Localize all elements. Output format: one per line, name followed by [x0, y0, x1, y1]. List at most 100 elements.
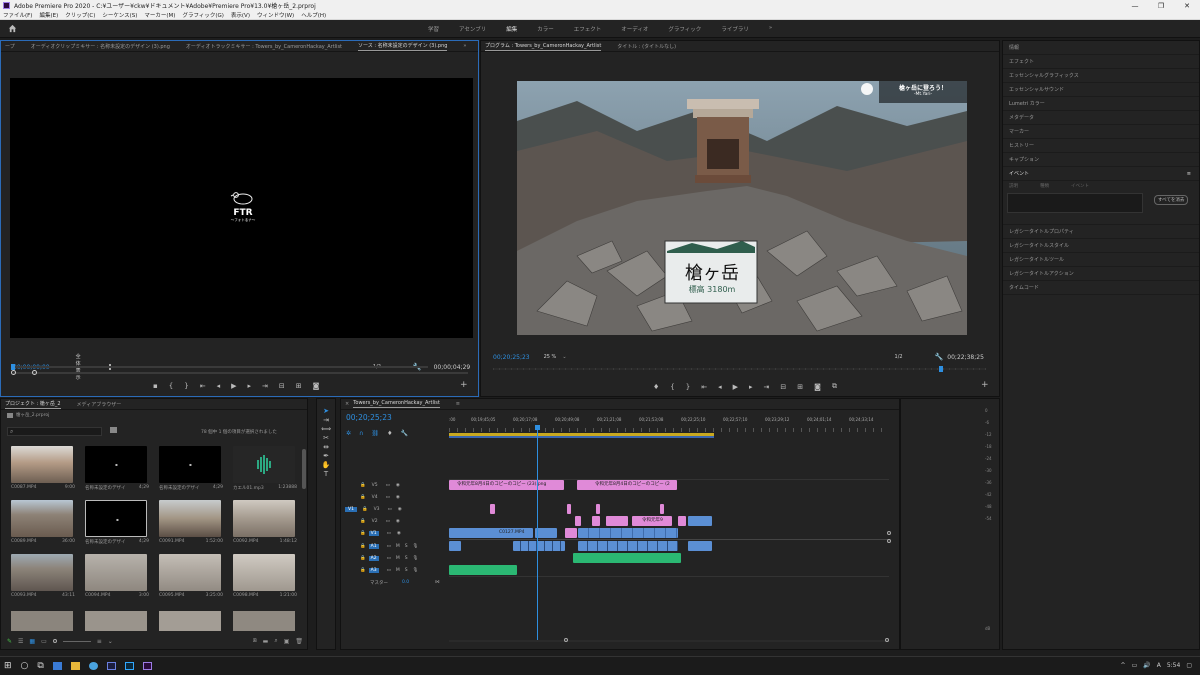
clip-a1-sequence[interactable]	[578, 541, 678, 551]
panel-timecode[interactable]: タイムコード	[1003, 281, 1199, 295]
explorer-icon[interactable]	[70, 662, 80, 670]
program-add-button-icon[interactable]: +	[981, 380, 989, 390]
solo-icon[interactable]: S	[405, 568, 408, 573]
type-tool-icon[interactable]: T	[324, 470, 328, 478]
mark-out-icon[interactable]: }	[184, 382, 188, 390]
add-marker-icon[interactable]: ▪	[153, 382, 158, 390]
program-go-to-in-icon[interactable]: ⇤	[701, 383, 707, 391]
sync-lock-icon[interactable]: ▭	[387, 531, 391, 536]
ime-icon[interactable]: A	[1157, 662, 1161, 669]
program-step-back-icon[interactable]: ◂	[718, 383, 722, 391]
timeline-ruler[interactable]: :00 00;19;45;05 00;20;17;08 00;20;49;08 …	[449, 417, 889, 427]
program-zoom-dropdown[interactable]: 25 %	[544, 354, 557, 360]
workspace-tab-learn[interactable]: 学習	[428, 25, 439, 33]
eye-icon[interactable]: ◉	[398, 507, 402, 512]
menu-graphics[interactable]: グラフィック(G)	[182, 11, 223, 19]
clip-v3[interactable]	[490, 504, 495, 514]
slip-tool-icon[interactable]: ⇹	[323, 443, 329, 451]
play-icon[interactable]: ▶	[231, 382, 236, 390]
overwrite-icon[interactable]: ⊞	[296, 382, 302, 390]
solo-icon[interactable]: S	[405, 556, 408, 561]
new-item-icon[interactable]: ▣	[284, 638, 290, 645]
export-frame-icon[interactable]: ◙	[313, 382, 320, 390]
clear-all-button[interactable]: すべてを消去	[1154, 195, 1189, 205]
timeline-playhead[interactable]	[537, 428, 538, 641]
step-forward-icon[interactable]: ▸	[247, 382, 251, 390]
project-clip[interactable]: C0095.MP4 3:25:00	[159, 554, 233, 598]
clip-v3[interactable]	[596, 504, 600, 514]
source-scrub-bar[interactable]	[13, 366, 428, 368]
workspace-tab-editing[interactable]: 編集	[506, 25, 517, 33]
maximize-button[interactable]: ❐	[1148, 2, 1174, 10]
clip-a2-music[interactable]	[573, 553, 681, 563]
panel-events[interactable]: イベント	[1009, 170, 1029, 177]
mute-icon[interactable]: M	[396, 544, 400, 549]
panel-captions[interactable]: キャプション	[1003, 153, 1199, 167]
clip-a1-end[interactable]	[688, 541, 712, 551]
program-wrench-icon[interactable]: 🔧	[935, 353, 944, 361]
windows-start-icon[interactable]: ⊞	[4, 661, 12, 671]
project-clip[interactable]: C0092.MP4 1:48:12	[233, 500, 307, 545]
list-view-icon[interactable]: ☰	[18, 638, 23, 645]
clip-v5-png[interactable]: 令和元年8月4日のコピーのコピー (23).png	[449, 480, 564, 490]
solo-icon[interactable]: S	[405, 544, 408, 549]
timeline-playhead-handle[interactable]	[535, 425, 540, 430]
freeform-view-icon[interactable]: ▭	[41, 638, 47, 645]
project-clip[interactable]: C0098.MP4 1:21:00	[233, 554, 307, 598]
lock-icon[interactable]: 🔒	[360, 544, 366, 549]
panel-legacy-title-styles[interactable]: レガシータイトルスタイル	[1003, 239, 1199, 253]
panel-menu-icon[interactable]: ≡	[1187, 171, 1191, 177]
project-clip[interactable]: C0094.MP4 3:00	[85, 554, 159, 598]
panel-expand-button[interactable]: »	[463, 43, 466, 49]
clip-a1[interactable]	[449, 541, 461, 551]
notification-icon[interactable]: ▢	[1186, 662, 1192, 669]
source-zoom-bar[interactable]	[13, 372, 468, 374]
sync-lock-icon[interactable]: ▭	[387, 568, 391, 573]
clip-v2[interactable]	[606, 516, 628, 526]
program-mark-out-icon[interactable]: }	[686, 383, 690, 391]
selection-tool-icon[interactable]: ➤	[323, 407, 329, 415]
menu-help[interactable]: ヘルプ(H)	[301, 11, 326, 19]
edge-icon[interactable]	[52, 662, 62, 670]
zoom-slider-handle[interactable]	[52, 639, 57, 643]
zoom-handle-right[interactable]	[32, 370, 37, 375]
task-view-icon[interactable]: ⧉	[37, 661, 43, 671]
workspace-tab-audio[interactable]: オーディオ	[621, 25, 648, 33]
linked-selection-icon[interactable]: ⛓	[371, 430, 379, 437]
bin-icon[interactable]	[110, 427, 117, 433]
program-step-forward-icon[interactable]: ▸	[749, 383, 753, 391]
program-mark-in-icon[interactable]: {	[670, 383, 674, 391]
menu-clip[interactable]: クリップ(C)	[65, 11, 95, 19]
project-clip-selected[interactable]: ▪ 名称未設定のデザイ 4;29	[85, 500, 159, 545]
extract-icon[interactable]: ⊞	[797, 383, 803, 391]
pen-tool-icon[interactable]: ✒	[323, 452, 329, 460]
tab-project[interactable]: プロジェクト : 槍ヶ岳_2	[5, 400, 61, 409]
automate-icon[interactable]: ⧈	[253, 637, 257, 645]
panel-markers[interactable]: マーカー	[1003, 125, 1199, 139]
panel-info[interactable]: 情報	[1003, 41, 1199, 55]
network-icon[interactable]: ▭	[1132, 662, 1138, 669]
sync-lock-icon[interactable]: ▭	[388, 507, 392, 512]
program-ratio-dropdown[interactable]: 1/2	[895, 354, 903, 360]
tab-media-browser[interactable]: メディアブラウザー	[77, 401, 122, 408]
timeline-menu-icon[interactable]: ≡	[456, 401, 460, 407]
program-go-to-out-icon[interactable]: ⇥	[764, 383, 770, 391]
clip-a3-music[interactable]	[449, 565, 517, 575]
chrome-icon[interactable]	[88, 662, 98, 670]
premiere-taskbar-icon[interactable]	[142, 662, 152, 670]
find-icon[interactable]: ⌕	[274, 637, 277, 645]
panel-legacy-title-actions[interactable]: レガシータイトルアクション	[1003, 267, 1199, 281]
lock-icon[interactable]: 🔒	[360, 519, 366, 524]
project-scrollbar[interactable]	[302, 449, 306, 489]
clip-v3[interactable]	[567, 504, 571, 514]
panel-effects[interactable]: エフェクト	[1003, 55, 1199, 69]
panel-legacy-title-properties[interactable]: レガシータイトルプロパティ	[1003, 225, 1199, 239]
project-clip[interactable]: C0091.MP4 1:52:00	[159, 500, 233, 545]
timeline-h-scroll[interactable]	[449, 640, 889, 642]
project-search-input[interactable]: ⌕	[7, 427, 102, 436]
tab-audio-track-mixer[interactable]: オーディオトラックミキサー : Towers_by_CameronHackay_…	[186, 43, 342, 50]
trash-icon[interactable]: 🗑	[295, 638, 303, 645]
workspace-tab-assembly[interactable]: アセンブリ	[459, 25, 486, 33]
go-to-in-icon[interactable]: ⇤	[200, 382, 206, 390]
workspace-tab-effects[interactable]: エフェクト	[574, 25, 602, 33]
